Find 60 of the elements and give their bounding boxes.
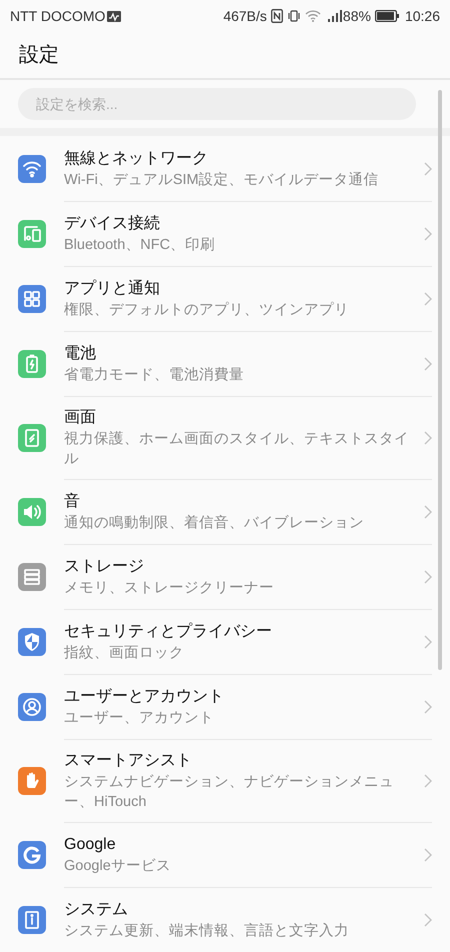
item-subtitle: Googleサービス: [64, 857, 172, 876]
chevron-icon: [424, 162, 432, 176]
chevron-icon: [424, 913, 432, 927]
clock: 10:26: [404, 6, 440, 26]
settings-item[interactable]: ストレージ メモリ、ストレージクリーナー: [0, 544, 450, 609]
chevron-icon: [424, 357, 432, 371]
item-title: アプリと通知: [64, 278, 161, 299]
item-title: ユーザーとアカウント: [64, 687, 225, 707]
item-subtitle: 視力保護、ホーム画面のスタイル、テキストスタイル: [64, 430, 410, 469]
wifi-icon: [304, 10, 321, 22]
settings-item[interactable]: アプリと通知 権限、デフォルトのアプリ、ツインアプリ: [0, 266, 450, 331]
item-title: デバイス接続: [64, 214, 161, 234]
page-title: 設定: [19, 43, 59, 68]
chevron-icon: [424, 700, 432, 714]
settings-item[interactable]: Google Googleサービス: [0, 822, 450, 887]
settings-item[interactable]: デバイス接続 Bluetooth、NFC、印刷: [0, 201, 450, 266]
settings-item[interactable]: 無線とネットワーク Wi-Fi、デュアルSIM設定、モバイルデータ通信: [0, 136, 450, 201]
item-title: 無線とネットワーク: [64, 148, 209, 168]
item-subtitle: ユーザー、アカウント: [64, 709, 215, 728]
item-subtitle: Bluetooth、NFC、印刷: [64, 236, 216, 255]
chevron-icon: [424, 848, 432, 862]
item-subtitle: 指紋、画面ロック: [64, 644, 185, 663]
carrier-name: NTT DOCOMO: [10, 6, 106, 26]
activity-icon: [107, 10, 122, 22]
settings-item[interactable]: 音 通知の鳴動制限、着信音、バイブレーション: [0, 479, 450, 544]
network-speed: 467B/s: [223, 6, 267, 26]
item-subtitle: システムナビゲーション、ナビゲーションメニュー、HiTouch: [64, 773, 395, 812]
battery-icon: [374, 10, 399, 22]
settings-item[interactable]: システム システム更新、端末情報、言語と文字入力: [0, 887, 450, 952]
chevron-icon: [424, 505, 432, 519]
settings-item[interactable]: ユーザーとアカウント ユーザー、アカウント: [0, 674, 450, 739]
chevron-icon: [424, 570, 432, 584]
item-subtitle: Wi-Fi、デュアルSIM設定、モバイルデータ通信: [64, 170, 380, 190]
item-subtitle: メモリ、ストレージクリーナー: [64, 579, 275, 598]
item-subtitle: 権限、デフォルトのアプリ、ツインアプリ: [64, 300, 350, 320]
battery-percent: 88%: [342, 6, 371, 26]
chevron-icon: [424, 292, 432, 306]
search-field[interactable]: 設定を検索...: [18, 88, 416, 120]
item-title: セキュリティとプライバシー: [64, 622, 273, 642]
vibrate-icon: [286, 10, 301, 22]
item-title: スマートアシスト: [64, 751, 193, 771]
item-title: 電池: [64, 344, 97, 364]
item-title: システム: [64, 900, 129, 920]
settings-item[interactable]: 電池 省電力モード、電池消費量: [0, 331, 450, 396]
item-subtitle: 通知の鳴動制限、着信音、バイブレーション: [64, 514, 365, 533]
chevron-icon: [424, 774, 432, 788]
item-title: 音: [64, 492, 81, 512]
chevron-icon: [424, 431, 432, 445]
settings-item[interactable]: スマートアシスト システムナビゲーション、ナビゲーションメニュー、HiTouch: [0, 739, 450, 822]
settings-item[interactable]: セキュリティとプライバシー 指紋、画面ロック: [0, 609, 450, 674]
chevron-icon: [424, 227, 432, 241]
nfc-icon: [270, 9, 283, 23]
signal-icon: [326, 10, 343, 22]
item-title: 画面: [64, 408, 97, 428]
item-subtitle: システム更新、端末情報、言語と文字入力: [64, 922, 350, 941]
chevron-icon: [424, 635, 432, 649]
item-title: ストレージ: [64, 557, 145, 577]
item-title: Google: [64, 835, 117, 855]
item-subtitle: 省電力モード、電池消費量: [64, 366, 245, 385]
settings-item[interactable]: 画面 視力保護、ホーム画面のスタイル、テキストスタイル: [0, 396, 450, 479]
